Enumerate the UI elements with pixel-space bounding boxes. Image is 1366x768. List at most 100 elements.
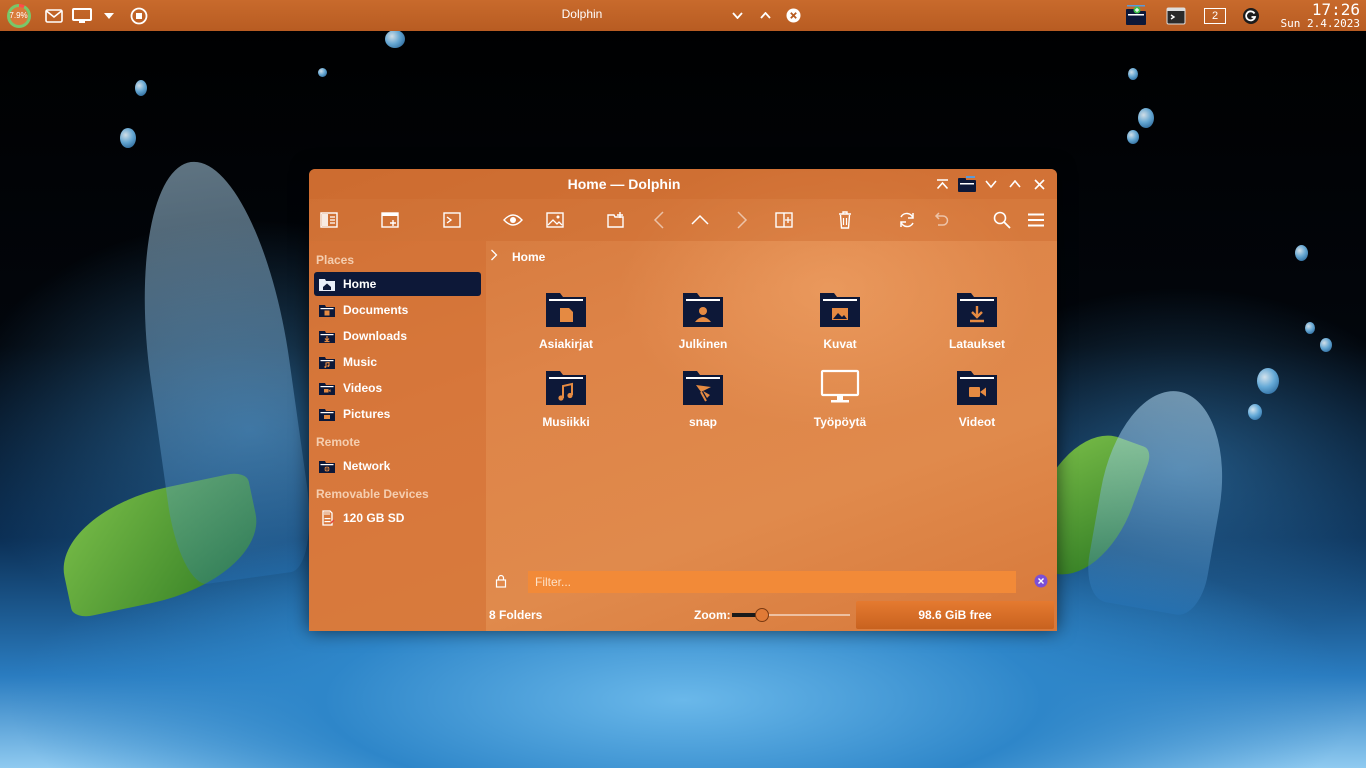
folder-item[interactable]: Kuvat [785, 290, 895, 360]
folder-name: Musiikki [542, 415, 590, 429]
downloads-folder-icon [957, 293, 997, 327]
virtual-desktop-number: 2 [1204, 7, 1226, 24]
wallpaper-drop [1320, 338, 1332, 352]
split-view-button[interactable] [772, 208, 796, 232]
app-folder-icon[interactable] [956, 175, 978, 193]
virtual-desktop-pager[interactable]: 2 [1203, 0, 1227, 31]
minimize-icon[interactable] [982, 175, 1000, 193]
cpu-usage-label: 7.9% [9, 6, 28, 25]
up-button[interactable] [688, 208, 712, 232]
desktop-monitor-icon [820, 369, 860, 403]
show-panels-button[interactable] [317, 208, 341, 232]
new-window-icon [381, 212, 399, 228]
split-view-icon [775, 212, 793, 228]
folder-name: Kuvat [823, 337, 857, 351]
lock-icon[interactable] [495, 574, 507, 593]
wallpaper-splash [1081, 381, 1239, 619]
new-folder-button[interactable] [604, 208, 628, 232]
desktop-switcher-icon[interactable] [71, 0, 93, 31]
folder-item[interactable]: Julkinen [648, 290, 758, 360]
close-window-icon[interactable] [784, 0, 802, 31]
terminal-icon [443, 212, 461, 228]
clear-filter-icon[interactable] [1034, 574, 1048, 593]
breadcrumb-current[interactable]: Home [512, 250, 545, 264]
section-remote: Remote [316, 435, 361, 449]
folder-item[interactable]: Työpöytä [785, 368, 895, 438]
maximize-icon[interactable] [1006, 175, 1024, 193]
undo-button[interactable] [929, 208, 953, 232]
chevron-down-icon[interactable] [100, 0, 118, 31]
sidebar-item-label: Downloads [343, 329, 408, 343]
mail-icon[interactable] [43, 0, 65, 31]
folder-name: Videot [958, 415, 996, 429]
places-panel: Places Home Documents Downloads Music Vi… [309, 241, 486, 631]
folder-count: 8 Folders [489, 608, 543, 622]
folder-item[interactable]: Lataukset [922, 290, 1032, 360]
videos-folder-icon [319, 383, 335, 395]
preview-button[interactable] [501, 208, 525, 232]
sidebar-item-home[interactable]: Home [314, 272, 481, 296]
wallpaper-drop [1257, 368, 1279, 394]
maximize-window-icon[interactable] [757, 0, 773, 31]
undo-icon [934, 212, 949, 226]
image-preview-button[interactable] [543, 208, 567, 232]
panels-icon [320, 212, 338, 228]
folder-item[interactable]: Videot [922, 368, 1032, 438]
pictures-folder-icon [319, 409, 335, 421]
filter-bar [486, 567, 1057, 597]
folder-item[interactable]: Musiikki [511, 368, 621, 438]
wallpaper-drop [135, 80, 147, 96]
sidebar-item-music[interactable]: Music [314, 350, 481, 374]
minimize-window-icon[interactable] [729, 0, 745, 31]
dolphin-window: Home — Dolphin Places Home Documents Dow… [309, 169, 1057, 631]
window-titlebar[interactable]: Home — Dolphin [309, 169, 1057, 199]
zoom-slider-handle[interactable] [755, 608, 769, 622]
wallpaper-drop [1305, 322, 1315, 334]
back-button[interactable] [647, 208, 671, 232]
folder-item[interactable]: snap [648, 368, 758, 438]
menu-button[interactable] [1024, 208, 1048, 232]
window-title: Home — Dolphin [567, 176, 681, 192]
refresh-icon [900, 212, 914, 228]
terminal-button[interactable] [440, 208, 464, 232]
filter-input[interactable] [528, 571, 1016, 593]
task-terminal-icon[interactable] [1164, 0, 1188, 31]
close-icon[interactable] [1030, 175, 1048, 193]
public-folder-icon [683, 293, 723, 327]
sidebar-item-videos[interactable]: Videos [314, 376, 481, 400]
downloads-folder-icon [319, 331, 335, 343]
sidebar-item-network[interactable]: Network [314, 454, 481, 478]
search-icon [993, 211, 1011, 229]
sidebar-item-documents[interactable]: Documents [314, 298, 481, 322]
snap-folder-icon [683, 371, 723, 405]
folder-name: snap [688, 415, 717, 429]
forward-button[interactable] [730, 208, 754, 232]
wallpaper-drop [1127, 130, 1139, 144]
free-space-indicator[interactable]: 98.6 GiB free [856, 601, 1054, 629]
wallpaper-drop [120, 128, 136, 148]
wallpaper-drop [1248, 404, 1262, 420]
sidebar-item-label: Videos [343, 381, 383, 395]
keep-above-icon[interactable] [933, 175, 951, 193]
task-dolphin-icon[interactable] [1124, 0, 1148, 31]
new-window-button[interactable] [378, 208, 402, 232]
sidebar-item-pictures[interactable]: Pictures [314, 402, 481, 426]
folder-item[interactable]: Asiakirjat [511, 290, 621, 360]
music-folder-icon [546, 371, 586, 405]
clock-widget[interactable]: 17:26 Sun 2.4.2023 [1281, 1, 1360, 30]
sidebar-item-sd-card[interactable]: 120 GB SD [314, 506, 481, 530]
status-bar: 8 Folders Zoom: 98.6 GiB free [486, 599, 1057, 631]
search-button[interactable] [990, 208, 1014, 232]
active-window-title: Dolphin [561, 7, 603, 21]
record-icon[interactable] [129, 0, 149, 31]
sidebar-item-label: Documents [343, 303, 409, 317]
update-notifier-icon[interactable] [1240, 0, 1262, 31]
cpu-monitor-widget[interactable]: 7.9% [6, 0, 31, 31]
chevron-right-icon[interactable] [490, 249, 502, 264]
folder-name: Julkinen [678, 337, 728, 351]
reload-button[interactable] [895, 208, 919, 232]
sidebar-item-downloads[interactable]: Downloads [314, 324, 481, 348]
wallpaper-drop [1138, 108, 1154, 128]
image-icon [546, 212, 564, 228]
delete-button[interactable] [833, 208, 857, 232]
